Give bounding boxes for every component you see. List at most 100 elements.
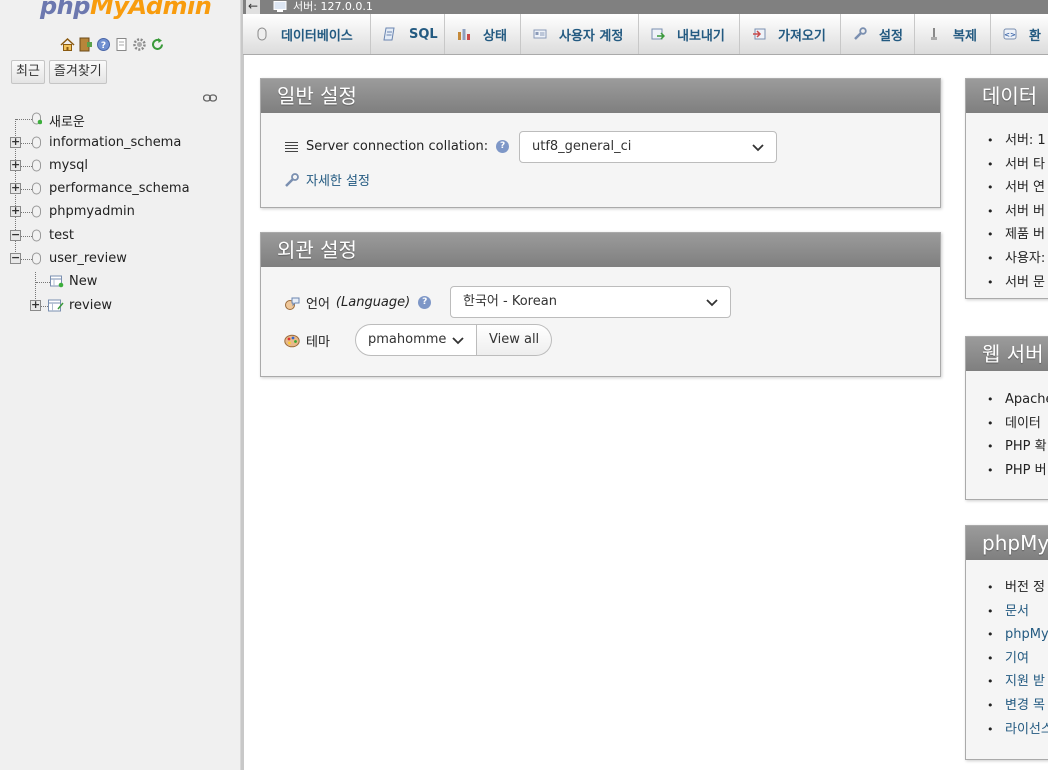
exit-icon[interactable] — [78, 37, 93, 52]
expand-icon[interactable]: + — [10, 182, 21, 194]
tab-import[interactable]: 가져오기 — [740, 14, 841, 54]
tree-item-new-table[interactable]: New — [0, 271, 240, 294]
help-icon[interactable]: ? — [96, 37, 111, 52]
expand-icon[interactable]: + — [30, 299, 41, 311]
language-select[interactable]: 한국어 - Korean — [450, 286, 731, 318]
phpmyadmin-logo[interactable]: phpMyAdmin — [40, 0, 212, 20]
language-value: 한국어 - Korean — [463, 294, 557, 309]
panel-title: 일반 설정 — [261, 79, 940, 113]
list-item-link[interactable]: 변경 목 — [987, 694, 1048, 718]
status-icon — [457, 27, 471, 41]
docs-icon[interactable] — [114, 37, 129, 52]
language-row: 언어 (Language) ? — [284, 293, 432, 312]
table-icon — [48, 299, 64, 312]
help-icon[interactable]: ? — [496, 140, 510, 153]
server-label[interactable]: 서버: 127.0.0.1 — [293, 0, 373, 13]
expand-icon[interactable]: + — [10, 159, 21, 171]
list-item-link[interactable]: 지원 받 — [987, 670, 1048, 694]
tab-label: 환 — [1029, 28, 1041, 44]
tree-item-review[interactable]: + review — [0, 295, 240, 318]
back-arrow-icon[interactable]: ← — [246, 0, 260, 14]
tree-item-user-review[interactable]: − user_review — [0, 248, 240, 271]
theme-select[interactable]: pmahomme — [355, 324, 477, 356]
tab-settings[interactable]: 설정 — [841, 14, 915, 54]
more-settings-link[interactable]: 자세한 설정 — [284, 170, 370, 189]
tree-item-label[interactable]: review — [69, 298, 112, 313]
recent-tab[interactable]: 최근 — [11, 60, 45, 84]
expand-icon[interactable]: + — [10, 205, 21, 217]
tab-label: 데이터베이스 — [281, 28, 353, 44]
tab-sql[interactable]: SQL — [371, 14, 445, 54]
list-item-link[interactable]: phpMy — [987, 623, 1048, 647]
database-icon — [32, 205, 41, 218]
database-icon — [32, 252, 41, 265]
tab-export[interactable]: 내보내기 — [639, 14, 740, 54]
tree-item-label[interactable]: user_review — [49, 251, 127, 266]
svg-text:<>: <> — [1004, 31, 1016, 39]
tree-item-mysql[interactable]: + mysql — [0, 155, 240, 178]
tree-item-label[interactable]: test — [49, 228, 74, 243]
web-server-panel: 웹 서버 Apache 데이터 PHP 확 PHP 버 — [965, 336, 1048, 500]
database-server-info-list: 서버: 1 서버 타 서버 연 서버 버 제품 버 사용자: 서버 문 — [987, 129, 1046, 294]
tree-item-new-database[interactable]: 새로운 — [0, 108, 240, 131]
reload-icon[interactable] — [150, 37, 165, 52]
tree-item-performance-schema[interactable]: + performance_schema — [0, 178, 240, 201]
appearance-settings-panel: 외관 설정 언어 (Language) ? 한국어 - Korean 테마 pm… — [260, 232, 941, 377]
tab-user-accounts[interactable]: 사용자 계정 — [521, 14, 639, 54]
wrench-icon — [284, 172, 300, 188]
tab-variables[interactable]: <> 환 — [991, 14, 1048, 54]
navigation-resizer[interactable] — [240, 0, 244, 770]
more-settings-label[interactable]: 자세한 설정 — [306, 170, 370, 189]
nav-icon-bar: ? — [60, 35, 165, 53]
panel-title: phpMy — [966, 526, 1048, 560]
tree-item-phpmyadmin[interactable]: + phpmyadmin — [0, 201, 240, 224]
language-icon — [284, 295, 300, 311]
link-with-main-panel-icon[interactable] — [202, 92, 218, 102]
help-icon[interactable]: ? — [418, 296, 432, 309]
database-icon — [255, 27, 269, 41]
home-icon[interactable] — [60, 37, 75, 52]
logo-myadmin-text: MyAdmin — [89, 0, 212, 20]
list-item: 서버 문 — [987, 271, 1046, 295]
language-label-en: (Language) — [335, 295, 411, 310]
tree-item-label[interactable]: performance_schema — [49, 181, 190, 196]
tab-status[interactable]: 상태 — [445, 14, 521, 54]
tab-label: 가져오기 — [778, 28, 826, 44]
favorites-tab[interactable]: 즐겨찾기 — [48, 60, 107, 84]
tab-label: SQL — [409, 26, 438, 42]
database-icon — [32, 159, 41, 172]
collapse-icon[interactable]: − — [10, 229, 21, 241]
nav-tabs: 최근 즐겨찾기 — [11, 60, 107, 84]
list-item: 서버 타 — [987, 153, 1046, 177]
export-icon — [651, 27, 665, 41]
tab-databases[interactable]: 데이터베이스 — [243, 14, 371, 54]
tree-item-label[interactable]: mysql — [49, 158, 88, 173]
list-item: 서버: 1 — [987, 129, 1046, 153]
view-all-themes-button[interactable]: View all — [477, 324, 553, 356]
expand-icon[interactable]: + — [10, 136, 21, 148]
theme-value: pmahomme — [368, 332, 447, 347]
collapse-icon[interactable]: − — [10, 252, 21, 264]
settings-icon[interactable] — [132, 37, 147, 52]
collation-select[interactable]: utf8_general_ci — [519, 131, 777, 163]
database-icon — [32, 136, 41, 149]
tab-replication[interactable]: 복제 — [915, 14, 991, 54]
tree-item-label[interactable]: information_schema — [49, 135, 181, 150]
collation-icon — [285, 141, 298, 152]
list-item-link[interactable]: 문서 — [987, 600, 1048, 624]
tab-label: 설정 — [879, 28, 903, 44]
tree-item-label: New — [69, 274, 98, 289]
list-item-link[interactable]: 기여 — [987, 647, 1048, 671]
tree-item-test[interactable]: − test — [0, 225, 240, 248]
theme-label: 테마 — [306, 335, 330, 350]
panel-title: 데이터 — [966, 79, 1048, 113]
server-breadcrumb-bar: ← 서버: 127.0.0.1 — [243, 0, 1048, 14]
main-menu: 데이터베이스 SQL 상태 사용자 계정 내보내기 가져오기 설정 복제 <> … — [243, 14, 1048, 55]
general-settings-panel: 일반 설정 Server connection collation: ? utf… — [260, 78, 941, 208]
tree-item-information-schema[interactable]: + information_schema — [0, 132, 240, 155]
wrench-icon — [853, 27, 867, 41]
navigation-panel: phpMyAdmin ? 최근 즐겨찾기 새로운 + information_s… — [0, 0, 240, 770]
phpmyadmin-info-list: 버전 정 문서 phpMy 기여 지원 받 변경 목 라이선스 — [987, 576, 1048, 741]
tree-item-label[interactable]: phpmyadmin — [49, 204, 135, 219]
list-item-link[interactable]: 라이선스 — [987, 718, 1048, 742]
